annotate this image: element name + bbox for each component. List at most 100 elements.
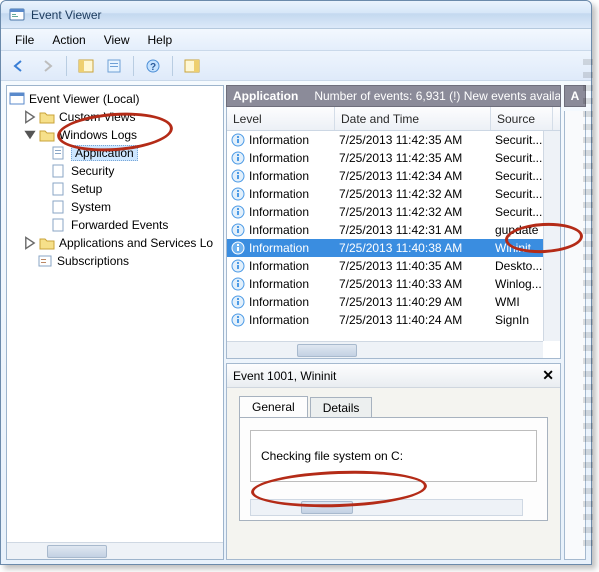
info-icon <box>231 133 245 147</box>
cell-source: Deskto... <box>495 259 542 273</box>
cell-source: Securit... <box>495 169 542 183</box>
tree-label: Security <box>71 164 114 178</box>
event-row[interactable]: Information7/25/2013 11:42:35 AMSecurit.… <box>227 149 560 167</box>
toolbar: ? <box>1 51 591 81</box>
expand-icon[interactable] <box>23 236 37 250</box>
cell-level: Information <box>249 169 309 183</box>
tree-hscrollbar[interactable] <box>7 542 223 559</box>
tree-system[interactable]: System <box>9 198 221 216</box>
list-vscrollbar[interactable] <box>543 131 560 341</box>
help-button[interactable]: ? <box>141 54 165 78</box>
cell-level: Information <box>249 187 309 201</box>
event-row[interactable]: Information 7/25/2013 11:42:35 AM Securit.… <box>227 131 560 149</box>
cell-source: Winlog... <box>495 277 542 291</box>
cell-datetime: 7/25/2013 11:42:35 AM <box>339 151 462 165</box>
actions-header: A <box>564 85 586 107</box>
tree-root-label: Event Viewer (Local) <box>29 92 140 106</box>
tree-windows-logs[interactable]: Windows Logs <box>9 126 221 144</box>
tree-label: Custom Views <box>59 110 135 124</box>
event-row[interactable]: Information7/25/2013 11:40:33 AMWinlog..… <box>227 275 560 293</box>
cell-source: Securit... <box>495 133 542 147</box>
tree-setup[interactable]: Setup <box>9 180 221 198</box>
tree-subscriptions[interactable]: Subscriptions <box>9 252 221 270</box>
event-row[interactable]: Information7/25/2013 11:40:24 AMSignIn <box>227 311 560 329</box>
menubar: File Action View Help <box>1 29 591 51</box>
info-icon <box>231 223 245 237</box>
detail-title: Event 1001, Wininit <box>233 369 336 383</box>
cell-source: WMI <box>495 295 520 309</box>
list-hscrollbar[interactable] <box>227 341 543 358</box>
actions-body <box>564 111 586 560</box>
collapse-icon[interactable] <box>23 128 37 142</box>
toolbar-separator <box>66 56 67 76</box>
tree-custom-views[interactable]: Custom Views <box>9 108 221 126</box>
show-hide-tree-button[interactable] <box>74 54 98 78</box>
forward-button[interactable] <box>35 54 59 78</box>
event-row[interactable]: Information7/25/2013 11:42:32 AMSecurit.… <box>227 185 560 203</box>
detail-header: Event 1001, Wininit ✕ <box>227 364 560 388</box>
rows-container: Information 7/25/2013 11:42:35 AM Securit.… <box>227 131 560 329</box>
tree-application[interactable]: Application <box>9 144 221 162</box>
tree-security[interactable]: Security <box>9 162 221 180</box>
menu-action[interactable]: Action <box>44 31 93 49</box>
col-level[interactable]: Level <box>227 107 335 130</box>
col-datetime[interactable]: Date and Time <box>335 107 491 130</box>
col-source[interactable]: Source <box>491 107 553 130</box>
menu-file[interactable]: File <box>7 31 42 49</box>
info-icon <box>231 313 245 327</box>
log-icon <box>51 199 67 215</box>
cell-datetime: 7/25/2013 11:40:38 AM <box>339 241 462 255</box>
event-row[interactable]: Information7/25/2013 11:42:32 AMSecurit.… <box>227 203 560 221</box>
log-icon <box>51 181 67 197</box>
cell-level: Information <box>249 205 309 219</box>
cell-datetime: 7/25/2013 11:42:35 AM <box>339 133 462 147</box>
scroll-thumb[interactable] <box>47 545 107 558</box>
info-icon <box>231 241 245 255</box>
show-action-pane-button[interactable] <box>180 54 204 78</box>
cell-level: Information <box>249 313 309 327</box>
event-message-box: Checking file system on C: <box>250 430 537 482</box>
properties-button[interactable] <box>102 54 126 78</box>
cell-level: Information <box>249 133 309 147</box>
tree[interactable]: Event Viewer (Local) Custom Views Window… <box>7 86 223 541</box>
cell-level: Information <box>249 151 309 165</box>
tree-forwarded[interactable]: Forwarded Events <box>9 216 221 234</box>
actions-pane: A <box>564 85 586 560</box>
tree-root[interactable]: Event Viewer (Local) <box>9 90 221 108</box>
scroll-thumb[interactable] <box>297 344 357 357</box>
tree-label: System <box>71 200 111 214</box>
tab-details[interactable]: Details <box>310 397 373 418</box>
header-count: Number of events: 6,931 (!) New events a… <box>314 89 561 103</box>
menu-view[interactable]: View <box>96 31 138 49</box>
tab-general[interactable]: General <box>239 396 308 417</box>
cell-source: Wininit <box>495 241 531 255</box>
cell-source: SignIn <box>495 313 529 327</box>
detail-pane: Event 1001, Wininit ✕ General Details Ch… <box>226 363 561 560</box>
info-icon <box>231 169 245 183</box>
expand-icon[interactable] <box>23 110 37 124</box>
subscriptions-icon <box>37 253 53 269</box>
event-row[interactable]: Information7/25/2013 11:42:34 AMSecurit.… <box>227 167 560 185</box>
tree-apps-services[interactable]: Applications and Services Lo <box>9 234 221 252</box>
scroll-thumb[interactable] <box>301 501 353 514</box>
close-icon[interactable]: ✕ <box>542 367 554 384</box>
tree-label: Forwarded Events <box>71 218 168 232</box>
tree-label: Setup <box>71 182 102 196</box>
info-icon <box>231 295 245 309</box>
event-row[interactable]: Information7/25/2013 11:40:38 AMWininit <box>227 239 560 257</box>
event-row[interactable]: Information7/25/2013 11:40:29 AMWMI <box>227 293 560 311</box>
cell-source: Securit... <box>495 187 542 201</box>
cell-datetime: 7/25/2013 11:42:31 AM <box>339 223 462 237</box>
cell-level: Information <box>249 295 309 309</box>
detail-hscrollbar[interactable] <box>250 499 523 516</box>
window-title: Event Viewer <box>31 8 101 22</box>
menu-help[interactable]: Help <box>140 31 181 49</box>
event-row[interactable]: Information7/25/2013 11:42:31 AMgupdate <box>227 221 560 239</box>
back-button[interactable] <box>7 54 31 78</box>
cell-source: gupdate <box>495 223 538 237</box>
cell-datetime: 7/25/2013 11:40:33 AM <box>339 277 462 291</box>
event-row[interactable]: Information7/25/2013 11:40:35 AMDeskto..… <box>227 257 560 275</box>
tab-content: Checking file system on C: <box>239 417 548 521</box>
event-list: Level Date and Time Source Information7/… <box>226 107 561 359</box>
main-header: Application Number of events: 6,931 (!) … <box>226 85 561 107</box>
